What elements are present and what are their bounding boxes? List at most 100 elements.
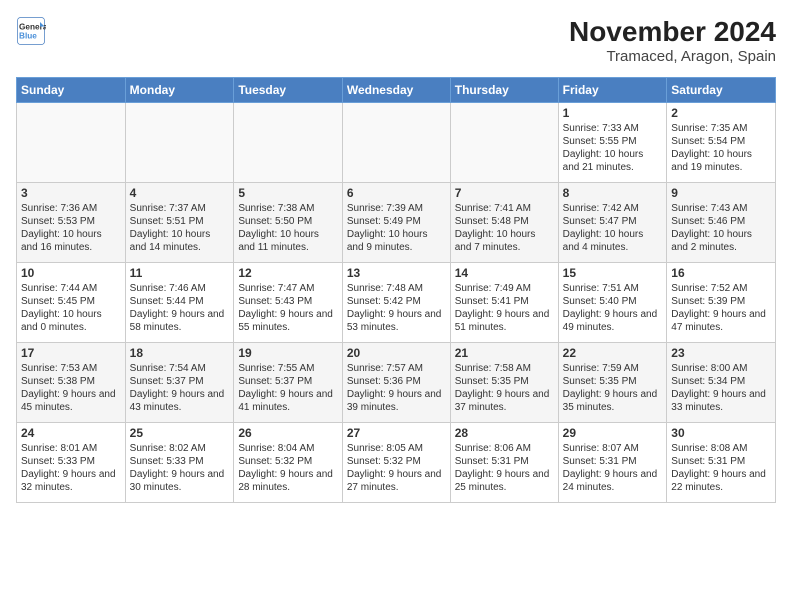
day-info: Daylight: 9 hours and 41 minutes.	[238, 388, 338, 414]
day-number: 6	[347, 186, 446, 200]
weekday-header-wednesday: Wednesday	[342, 78, 450, 103]
day-info: Daylight: 10 hours and 7 minutes.	[455, 228, 554, 254]
day-number: 24	[21, 426, 121, 440]
calendar-week-5: 24Sunrise: 8:01 AMSunset: 5:33 PMDayligh…	[17, 423, 776, 503]
day-number: 21	[455, 346, 554, 360]
day-info: Daylight: 9 hours and 25 minutes.	[455, 468, 554, 494]
day-info: Sunrise: 7:53 AM	[21, 362, 121, 375]
calendar-cell: 27Sunrise: 8:05 AMSunset: 5:32 PMDayligh…	[342, 423, 450, 503]
day-info: Daylight: 9 hours and 55 minutes.	[238, 308, 338, 334]
calendar-cell: 6Sunrise: 7:39 AMSunset: 5:49 PMDaylight…	[342, 183, 450, 263]
calendar-cell: 23Sunrise: 8:00 AMSunset: 5:34 PMDayligh…	[667, 343, 776, 423]
day-info: Sunrise: 7:49 AM	[455, 282, 554, 295]
day-number: 18	[130, 346, 230, 360]
day-info: Sunset: 5:46 PM	[671, 215, 771, 228]
day-number: 22	[563, 346, 663, 360]
day-info: Daylight: 9 hours and 45 minutes.	[21, 388, 121, 414]
day-number: 1	[563, 106, 663, 120]
day-info: Sunset: 5:38 PM	[21, 375, 121, 388]
day-number: 10	[21, 266, 121, 280]
day-info: Daylight: 10 hours and 21 minutes.	[563, 148, 663, 174]
day-number: 23	[671, 346, 771, 360]
day-info: Sunrise: 8:00 AM	[671, 362, 771, 375]
calendar-cell: 13Sunrise: 7:48 AMSunset: 5:42 PMDayligh…	[342, 263, 450, 343]
day-info: Sunrise: 7:33 AM	[563, 122, 663, 135]
calendar-week-4: 17Sunrise: 7:53 AMSunset: 5:38 PMDayligh…	[17, 343, 776, 423]
logo-icon: General Blue	[16, 16, 46, 46]
day-info: Sunset: 5:34 PM	[671, 375, 771, 388]
day-info: Sunrise: 8:02 AM	[130, 442, 230, 455]
day-info: Daylight: 9 hours and 58 minutes.	[130, 308, 230, 334]
day-number: 25	[130, 426, 230, 440]
day-info: Sunset: 5:44 PM	[130, 295, 230, 308]
day-info: Sunrise: 7:54 AM	[130, 362, 230, 375]
calendar-cell: 1 Sunrise: 7:33 AMSunset: 5:55 PMDaylight…	[558, 103, 667, 183]
day-info: Sunrise: 8:04 AM	[238, 442, 338, 455]
weekday-header-tuesday: Tuesday	[234, 78, 343, 103]
day-number: 19	[238, 346, 338, 360]
calendar-cell: 8Sunrise: 7:42 AMSunset: 5:47 PMDaylight…	[558, 183, 667, 263]
day-info: Daylight: 9 hours and 37 minutes.	[455, 388, 554, 414]
calendar-cell: 24Sunrise: 8:01 AMSunset: 5:33 PMDayligh…	[17, 423, 126, 503]
weekday-header-monday: Monday	[125, 78, 234, 103]
day-info: Sunrise: 7:58 AM	[455, 362, 554, 375]
day-info: Sunset: 5:42 PM	[347, 295, 446, 308]
day-number: 15	[563, 266, 663, 280]
day-info: Sunset: 5:54 PM	[671, 135, 771, 148]
day-info: Sunset: 5:40 PM	[563, 295, 663, 308]
day-info: Daylight: 10 hours and 9 minutes.	[347, 228, 446, 254]
day-info: Sunrise: 7:37 AM	[130, 202, 230, 215]
day-info: Sunset: 5:36 PM	[347, 375, 446, 388]
day-info: Sunrise: 7:48 AM	[347, 282, 446, 295]
calendar-cell	[234, 103, 343, 183]
day-number: 27	[347, 426, 446, 440]
day-info: Sunset: 5:32 PM	[347, 455, 446, 468]
calendar-cell: 19Sunrise: 7:55 AMSunset: 5:37 PMDayligh…	[234, 343, 343, 423]
day-number: 30	[671, 426, 771, 440]
day-info: Sunset: 5:31 PM	[563, 455, 663, 468]
day-info: Sunset: 5:31 PM	[455, 455, 554, 468]
day-info: Sunrise: 7:44 AM	[21, 282, 121, 295]
calendar-cell: 3Sunrise: 7:36 AMSunset: 5:53 PMDaylight…	[17, 183, 126, 263]
day-number: 20	[347, 346, 446, 360]
day-info: Sunrise: 7:52 AM	[671, 282, 771, 295]
calendar-cell: 7Sunrise: 7:41 AMSunset: 5:48 PMDaylight…	[450, 183, 558, 263]
calendar-table: SundayMondayTuesdayWednesdayThursdayFrid…	[16, 77, 776, 503]
calendar-cell	[342, 103, 450, 183]
day-info: Sunset: 5:50 PM	[238, 215, 338, 228]
day-info: Sunset: 5:48 PM	[455, 215, 554, 228]
day-info: Sunset: 5:53 PM	[21, 215, 121, 228]
month-title: November 2024	[569, 16, 776, 48]
day-info: Sunset: 5:37 PM	[130, 375, 230, 388]
weekday-header-row: SundayMondayTuesdayWednesdayThursdayFrid…	[17, 78, 776, 103]
day-info: Sunset: 5:51 PM	[130, 215, 230, 228]
day-info: Sunrise: 7:55 AM	[238, 362, 338, 375]
calendar-cell: 10Sunrise: 7:44 AMSunset: 5:45 PMDayligh…	[17, 263, 126, 343]
day-info: Sunrise: 7:47 AM	[238, 282, 338, 295]
day-info: Daylight: 9 hours and 39 minutes.	[347, 388, 446, 414]
calendar-cell: 14Sunrise: 7:49 AMSunset: 5:41 PMDayligh…	[450, 263, 558, 343]
day-info: Sunrise: 8:06 AM	[455, 442, 554, 455]
day-info: Sunset: 5:45 PM	[21, 295, 121, 308]
day-info: Sunset: 5:33 PM	[130, 455, 230, 468]
day-info: Sunrise: 7:59 AM	[563, 362, 663, 375]
day-info: Daylight: 9 hours and 24 minutes.	[563, 468, 663, 494]
title-block: November 2024 Tramaced, Aragon, Spain	[569, 16, 776, 65]
day-info: Sunrise: 7:36 AM	[21, 202, 121, 215]
day-number: 3	[21, 186, 121, 200]
calendar-cell: 17Sunrise: 7:53 AMSunset: 5:38 PMDayligh…	[17, 343, 126, 423]
weekday-header-thursday: Thursday	[450, 78, 558, 103]
day-info: Daylight: 9 hours and 51 minutes.	[455, 308, 554, 334]
calendar-cell: 21Sunrise: 7:58 AMSunset: 5:35 PMDayligh…	[450, 343, 558, 423]
day-number: 14	[455, 266, 554, 280]
day-info: Daylight: 10 hours and 2 minutes.	[671, 228, 771, 254]
day-info: Sunset: 5:47 PM	[563, 215, 663, 228]
day-info: Daylight: 9 hours and 22 minutes.	[671, 468, 771, 494]
logo: General Blue	[16, 16, 46, 46]
day-info: Sunrise: 8:07 AM	[563, 442, 663, 455]
day-info: Sunset: 5:32 PM	[238, 455, 338, 468]
svg-text:Blue: Blue	[19, 32, 37, 41]
day-info: Sunset: 5:55 PM	[563, 135, 663, 148]
calendar-cell: 20Sunrise: 7:57 AMSunset: 5:36 PMDayligh…	[342, 343, 450, 423]
calendar-cell: 25Sunrise: 8:02 AMSunset: 5:33 PMDayligh…	[125, 423, 234, 503]
